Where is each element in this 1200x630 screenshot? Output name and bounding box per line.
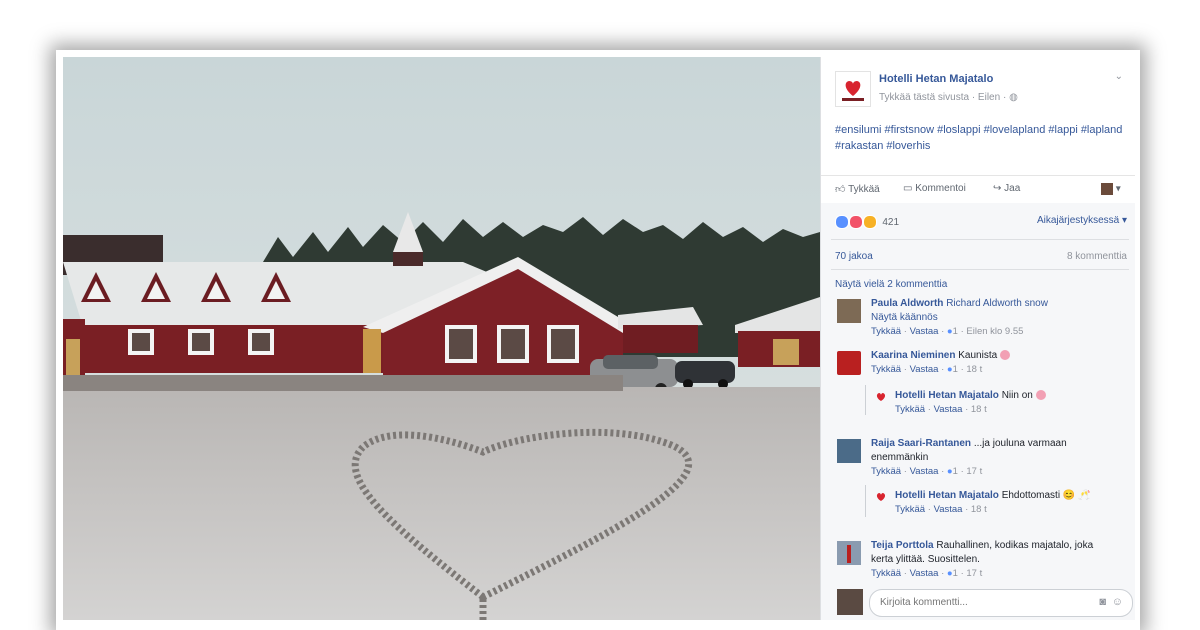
- avatar[interactable]: [837, 439, 861, 463]
- comment-meta: Tykkää · Vastaa · ●1 · 18 t: [871, 364, 983, 375]
- comment-meta: Tykkää · Vastaa · 18 t: [895, 404, 987, 415]
- commenter-name[interactable]: Hotelli Hetan Majatalo: [895, 490, 999, 501]
- translate-link[interactable]: Näytä käännös: [871, 312, 938, 323]
- share-icon: ↪: [993, 183, 1002, 194]
- comment-like-count: 1: [952, 568, 958, 579]
- reaction-count: 421: [882, 216, 900, 228]
- post-as-selector[interactable]: ▾: [1101, 183, 1121, 195]
- emoji-icon[interactable]: ☺: [1112, 596, 1123, 608]
- comment-text-cont: enemmänkin: [871, 452, 929, 463]
- camera-icon[interactable]: ◙: [1099, 596, 1106, 608]
- comment-like-count: 1: [952, 364, 958, 375]
- comment-like-count: 1: [952, 466, 958, 477]
- heart-emoji-icon: [999, 350, 1010, 361]
- comment-like-link[interactable]: Tykkää: [871, 568, 901, 579]
- comment-label: Kommentoi: [915, 183, 966, 194]
- post-photo[interactable]: [63, 57, 820, 620]
- share-label: Jaa: [1004, 183, 1021, 194]
- comment-reply-link[interactable]: Vastaa: [910, 326, 939, 337]
- like-page-link[interactable]: Tykkää tästä sivusta: [879, 92, 969, 103]
- heart-emoji-icon: [1035, 390, 1046, 401]
- shares-link[interactable]: 70 jakoa: [835, 251, 873, 262]
- comment-item: Teija Porttola Rauhallinen, kodikas maja…: [871, 539, 1127, 581]
- post-actions-bar: 👍︎ Tykkää ▭ Kommentoi ↪ Jaa ▾: [821, 175, 1135, 205]
- like-button[interactable]: 👍︎ Tykkää: [835, 183, 880, 195]
- page-avatar[interactable]: [835, 71, 871, 107]
- comment-like-link[interactable]: Tykkää: [895, 404, 925, 415]
- divider: [831, 269, 1129, 270]
- commenter-name[interactable]: Paula Aldworth: [871, 298, 943, 309]
- post-header: Hotelli Hetan Majatalo Tykkää tästä sivu…: [821, 57, 1135, 117]
- chevron-down-icon[interactable]: ⌄: [1115, 71, 1123, 82]
- reply-thread-line: [865, 385, 866, 415]
- reply-item: Hotelli Hetan Majatalo Ehdottomasti 😊 🥂 …: [895, 489, 1127, 517]
- post-subtitle: Tykkää tästä sivusta · Eilen · ◍: [879, 92, 1018, 103]
- commenter-name[interactable]: Raija Saari-Rantanen: [871, 438, 971, 449]
- comment-input[interactable]: [878, 590, 1082, 614]
- avatar[interactable]: [837, 351, 861, 375]
- comment-reply-link[interactable]: Vastaa: [910, 364, 939, 375]
- comment-icon: ▭: [903, 183, 913, 194]
- comment-like-link[interactable]: Tykkää: [871, 466, 901, 477]
- reaction-summary[interactable]: 421: [835, 215, 899, 229]
- post-text: #ensilumi #firstsnow #loslappi #lovelapl…: [835, 124, 1123, 152]
- comment-time[interactable]: · 17 t: [961, 568, 983, 579]
- avatar[interactable]: [837, 299, 861, 323]
- comment-like-link[interactable]: Tykkää: [871, 364, 901, 375]
- comment-text: Niin on: [1001, 390, 1033, 401]
- comment-text: ...ja jouluna varmaan: [973, 438, 1067, 449]
- comment-reply-link[interactable]: Vastaa: [934, 504, 963, 515]
- current-user-avatar: [837, 589, 863, 615]
- comment-text: Richard Aldworth snow: [946, 298, 1048, 309]
- comment-input-box[interactable]: ◙ ☺: [869, 589, 1133, 617]
- comment-time[interactable]: · 18 t: [965, 504, 987, 515]
- comment-count: 8 kommenttia: [1066, 251, 1127, 262]
- comment-meta: Tykkää · Vastaa · 18 t: [895, 504, 987, 515]
- comment-item: Raija Saari-Rantanen ...ja jouluna varma…: [871, 437, 1127, 479]
- comment-reply-link[interactable]: Vastaa: [910, 568, 939, 579]
- reply-thread-line: [865, 485, 866, 517]
- comment-reply-link[interactable]: Vastaa: [910, 466, 939, 477]
- comment-text: Kaunista: [958, 350, 998, 361]
- love-reaction-icon: [848, 215, 863, 229]
- share-button[interactable]: ↪ Jaa: [993, 183, 1020, 194]
- wow-reaction-icon: [862, 215, 877, 229]
- comment-text-cont: kerta ylittää. Suosittelen.: [871, 554, 980, 565]
- comment-reply-link[interactable]: Vastaa: [934, 404, 963, 415]
- commenter-name[interactable]: Kaarina Nieminen: [871, 350, 955, 361]
- comment-item: Paula Aldworth Richard Aldworth snow Näy…: [871, 297, 1127, 339]
- post-side-panel: Hotelli Hetan Majatalo Tykkää tästä sivu…: [820, 57, 1135, 620]
- comment-time[interactable]: · Eilen klo 9.55: [961, 326, 1024, 337]
- view-more-comments-link[interactable]: Näytä vielä 2 kommenttia: [835, 279, 947, 290]
- comment-meta: Tykkää · Vastaa · ●1 · 17 t: [871, 568, 983, 579]
- page-reply-avatar[interactable]: [873, 389, 889, 405]
- like-reaction-icon: [835, 215, 849, 229]
- commenter-name[interactable]: Hotelli Hetan Majatalo: [895, 390, 999, 401]
- comment-like-link[interactable]: Tykkää: [895, 504, 925, 515]
- comment-time[interactable]: · 17 t: [961, 466, 983, 477]
- avatar[interactable]: [837, 541, 861, 565]
- page-reply-avatar[interactable]: [873, 489, 889, 505]
- commenter-name[interactable]: Teija Porttola: [871, 540, 934, 551]
- user-avatar-icon: [1101, 183, 1113, 195]
- caret-down-icon: ▾: [1115, 183, 1121, 195]
- comment-text: Rauhallinen, kodikas majatalo, joka: [936, 540, 1094, 551]
- comment-button[interactable]: ▭ Kommentoi: [903, 183, 966, 194]
- comment-text: Ehdottomasti 😊 🥂: [1001, 490, 1091, 501]
- comment-like-count: 1: [952, 326, 958, 337]
- globe-icon: ◍: [1009, 92, 1018, 103]
- page-name-link[interactable]: Hotelli Hetan Majatalo: [879, 73, 993, 85]
- comment-meta: Tykkää · Vastaa · ●1 · 17 t: [871, 466, 983, 477]
- comment-time[interactable]: · 18 t: [961, 364, 983, 375]
- comment-item: Kaarina Nieminen Kaunista Tykkää · Vasta…: [871, 349, 1127, 377]
- reply-item: Hotelli Hetan Majatalo Niin on Tykkää · …: [895, 389, 1127, 417]
- comment-time[interactable]: · 18 t: [965, 404, 987, 415]
- like-label: Tykkää: [848, 184, 880, 195]
- post-time[interactable]: · Eilen ·: [972, 92, 1006, 103]
- comment-sort-selector[interactable]: Aikajärjestyksessä ▾: [1037, 215, 1127, 226]
- comment-like-link[interactable]: Tykkää: [871, 326, 901, 337]
- thumbs-up-icon: 👍︎: [835, 184, 846, 195]
- comment-meta: Tykkää · Vastaa · ●1 · Eilen klo 9.55: [871, 326, 1024, 337]
- divider: [831, 239, 1129, 240]
